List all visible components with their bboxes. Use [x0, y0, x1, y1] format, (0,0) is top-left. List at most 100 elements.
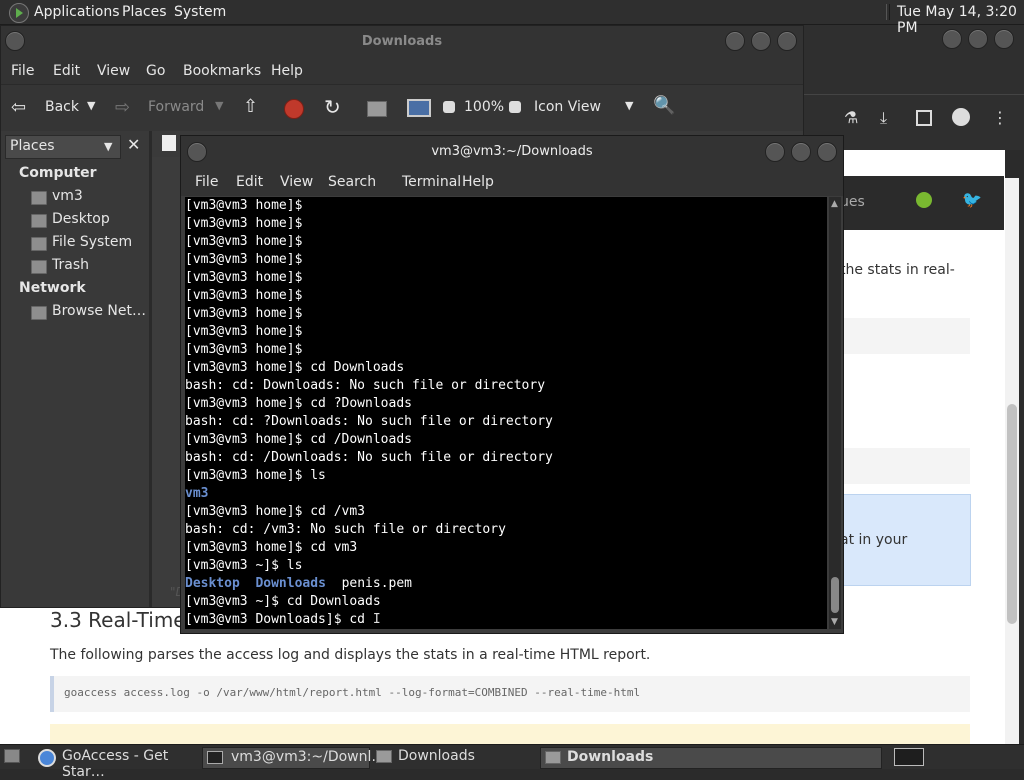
sidebar-heading-computer: Computer [19, 165, 97, 181]
download-icon[interactable]: ⤓ [880, 108, 887, 128]
up-icon[interactable]: ⇧ [243, 96, 258, 117]
window-minimize-button[interactable] [765, 142, 785, 162]
computer-icon[interactable] [407, 99, 431, 117]
twitter-icon[interactable]: 🐦 [962, 190, 982, 209]
taskbar-item-downloads[interactable]: Downloads [372, 747, 536, 767]
terminal-line: [vm3@vm3 home]$ [185, 252, 303, 267]
directory-entry: vm3 [185, 486, 209, 501]
terminal-menu-search[interactable]: Search [328, 174, 376, 190]
terminal-menu-file[interactable]: File [195, 174, 218, 190]
network-icon [31, 306, 47, 320]
menu-bookmarks[interactable]: Bookmarks [183, 63, 261, 79]
menu-help[interactable]: Help [271, 63, 303, 79]
file-entry: penis.pem [341, 576, 413, 591]
file-entry [326, 576, 342, 591]
terminal-screen[interactable]: [vm3@vm3 home]$ [vm3@vm3 home]$ [vm3@vm3 h… [185, 197, 827, 629]
file-manager-title: Downloads [361, 34, 443, 49]
show-desktop-icon[interactable] [4, 749, 20, 763]
view-mode-select[interactable]: Icon View [534, 99, 601, 115]
trash-icon [31, 260, 47, 274]
menu-edit[interactable]: Edit [53, 63, 80, 79]
terminal-line: [vm3@vm3 home]$ [185, 234, 303, 249]
applications-logo-icon[interactable] [9, 3, 29, 23]
stop-icon[interactable] [284, 99, 304, 119]
terminal-line: [vm3@vm3 home]$ [185, 306, 303, 321]
window-close-button[interactable] [817, 142, 837, 162]
window-maximize-button[interactable] [751, 31, 771, 51]
zoom-out-icon[interactable] [443, 101, 455, 113]
flask-icon[interactable]: ⚗ [844, 108, 858, 127]
terminal-line: [vm3@vm3 home]$ [185, 288, 303, 303]
terminal-line: [vm3@vm3 home]$ [185, 342, 303, 357]
places-selector[interactable]: Places ▼ [5, 135, 121, 159]
taskbar-item-label: Downloads [567, 749, 654, 765]
window-maximize-button[interactable] [791, 142, 811, 162]
places-menu[interactable]: Places [122, 4, 167, 20]
github-icon[interactable] [916, 192, 932, 208]
taskbar-item-downloads-active[interactable]: Downloads [540, 747, 882, 769]
menu-view[interactable]: View [97, 63, 130, 79]
workspace-switcher-icon[interactable] [894, 748, 924, 766]
sidebar-item-vm3[interactable]: vm3 [52, 188, 83, 204]
places-selector-label: Places [10, 138, 55, 154]
location-edit-icon[interactable] [162, 135, 176, 151]
zoom-level: 100% [464, 99, 505, 115]
terminal-menu-help[interactable]: Help [462, 174, 494, 190]
menu-file[interactable]: File [11, 63, 34, 79]
sidebar-item-browse-network[interactable]: Browse Net… [52, 303, 146, 319]
browser-scrollbar[interactable] [1005, 178, 1019, 744]
terminal-line: [vm3@vm3 home]$ cd Downloads [185, 360, 405, 375]
terminal-scroll-thumb[interactable] [831, 577, 839, 613]
sidebar-item-file-system[interactable]: File System [52, 234, 132, 250]
sidebar-toggle-icon[interactable] [916, 110, 932, 126]
terminal-menu-terminal[interactable]: Terminal [402, 174, 461, 190]
window-close-button[interactable] [777, 31, 797, 51]
sidebar-item-desktop[interactable]: Desktop [52, 211, 110, 227]
terminal-icon [207, 751, 223, 764]
back-dropdown-icon[interactable]: ▼ [87, 99, 95, 112]
window-minimize-button[interactable] [725, 31, 745, 51]
scroll-up-icon[interactable]: ▲ [831, 199, 838, 209]
back-button[interactable]: Back [45, 99, 79, 115]
profile-icon[interactable] [952, 108, 970, 126]
warning-box [50, 724, 970, 744]
bottom-taskbar: GoAccess - Get Star… vm3@vm3:~/Downl… Do… [0, 744, 1024, 780]
applications-menu[interactable]: Applications [34, 4, 120, 20]
terminal-titlebar[interactable]: vm3@vm3:~/Downloads [181, 136, 843, 168]
search-icon[interactable]: 🔍 [653, 95, 675, 116]
home-icon[interactable] [367, 101, 387, 117]
terminal-menu-edit[interactable]: Edit [236, 174, 263, 190]
scroll-down-icon[interactable]: ▼ [831, 617, 838, 627]
menu-icon[interactable]: ⋮ [992, 108, 1008, 127]
taskbar-item-browser[interactable]: GoAccess - Get Star… [34, 747, 198, 780]
terminal-line: [vm3@vm3 home]$ cd /vm3 [185, 504, 366, 519]
reload-icon[interactable]: ↻ [324, 95, 341, 119]
taskbar-item-label: vm3@vm3:~/Downl… [231, 749, 386, 765]
system-menu[interactable]: System [174, 4, 226, 20]
taskbar-item-label: GoAccess - Get Star… [62, 748, 169, 780]
browser-scroll-thumb[interactable] [1007, 404, 1017, 624]
sidebar-heading-network: Network [19, 280, 86, 296]
file-entry [240, 576, 256, 591]
panel-separator [886, 4, 890, 20]
terminal-line: [vm3@vm3 home]$ [185, 324, 303, 339]
places-dropdown-icon[interactable]: ▼ [104, 140, 112, 153]
terminal-line: [vm3@vm3 home]$ cd ?Downloads [185, 396, 412, 411]
view-mode-dropdown-icon[interactable]: ▼ [625, 99, 633, 112]
info-box-text: at in your [840, 532, 908, 548]
terminal-line: [vm3@vm3 home]$ cd vm3 [185, 540, 358, 555]
zoom-in-icon[interactable] [509, 101, 521, 113]
menu-go[interactable]: Go [146, 63, 165, 79]
sidebar-item-trash[interactable]: Trash [52, 257, 89, 273]
terminal-line: [vm3@vm3 ~]$ cd Downloads [185, 594, 381, 609]
code-text: goaccess access.log -o /var/www/html/rep… [64, 686, 641, 699]
back-arrow-icon[interactable]: ⇦ [11, 97, 26, 118]
terminal-scrollbar[interactable]: ▲ ▼ [829, 197, 841, 629]
file-manager-titlebar[interactable]: Downloads [1, 26, 803, 56]
text-cursor-icon: I [372, 612, 381, 627]
clock[interactable]: Tue May 14, 3:20 PM [897, 4, 1024, 36]
close-sidebar-icon[interactable]: ✕ [127, 135, 140, 154]
terminal-line: [vm3@vm3 home]$ [185, 216, 303, 231]
taskbar-item-terminal[interactable]: vm3@vm3:~/Downl… [202, 747, 385, 769]
terminal-menu-view[interactable]: View [280, 174, 313, 190]
